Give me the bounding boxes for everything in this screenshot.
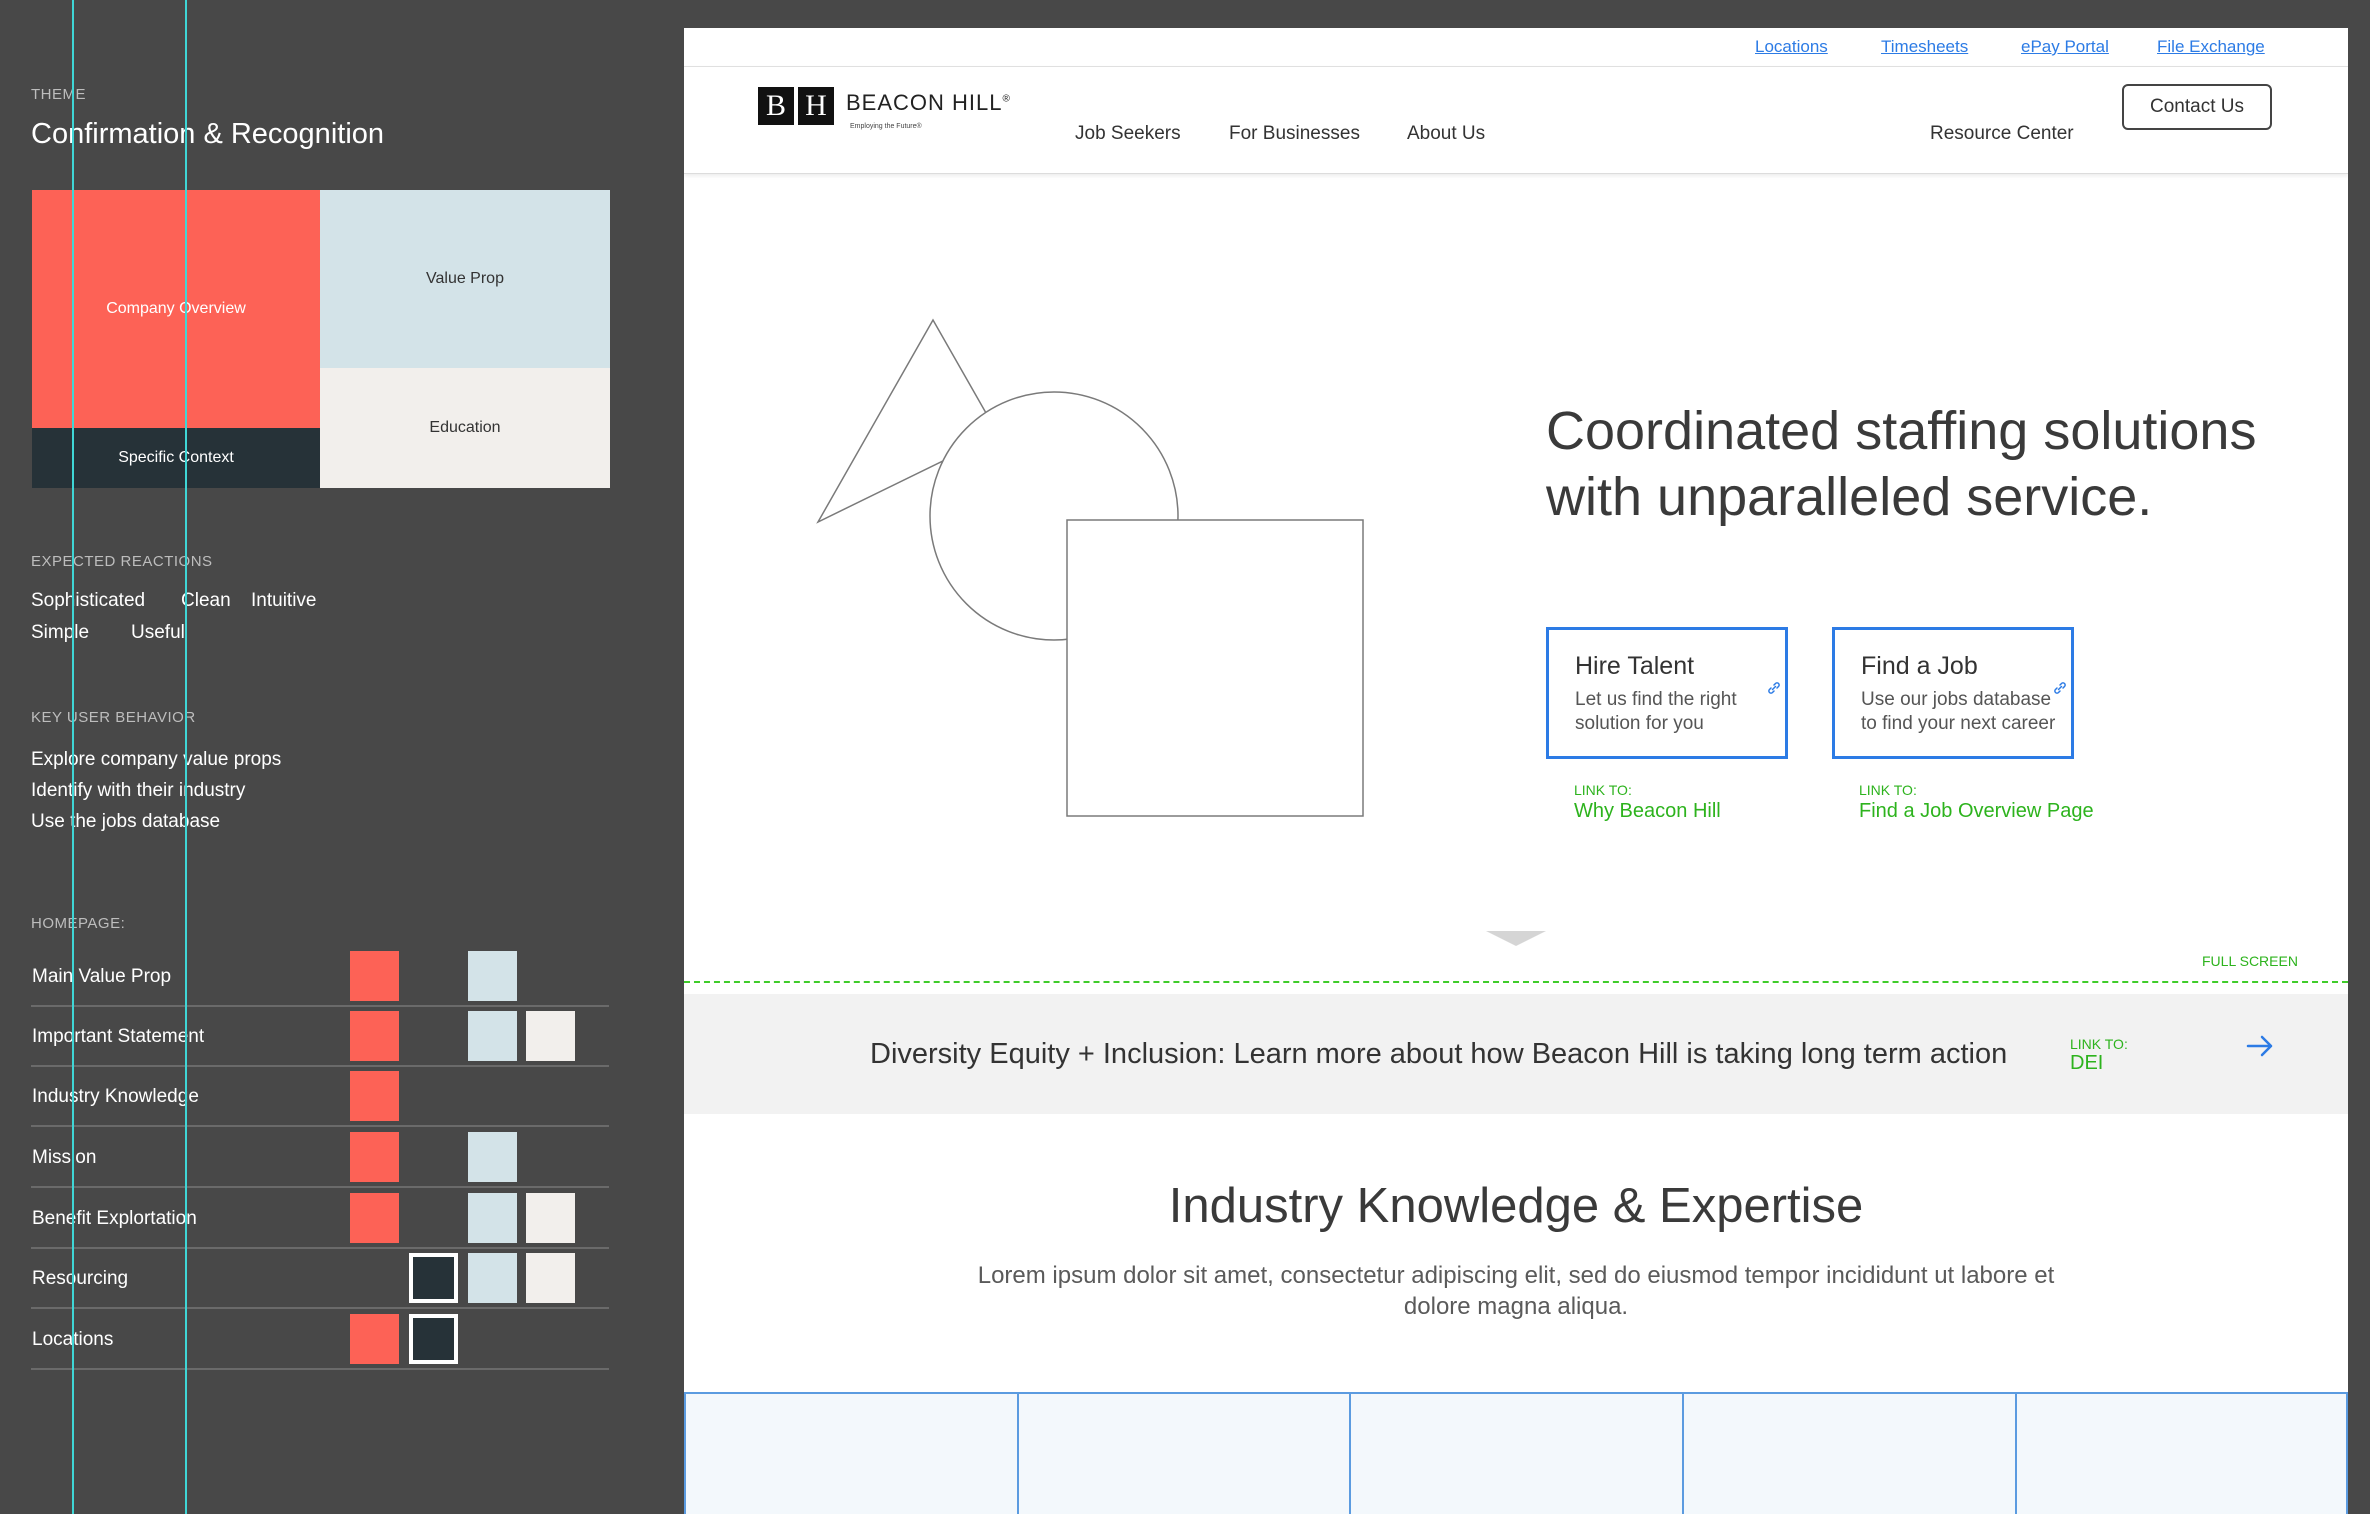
swatch-red xyxy=(350,1071,399,1121)
square-shape xyxy=(1066,519,1364,817)
link-icon xyxy=(2054,682,2066,694)
theme-label: THEME xyxy=(31,86,86,103)
utility-link-epay[interactable]: ePay Portal xyxy=(2021,37,2109,57)
scroll-down-indicator[interactable] xyxy=(1486,931,1546,946)
homepage-row: Mission xyxy=(31,1126,609,1188)
company-overview-block: Company Overview xyxy=(32,190,320,428)
reaction-tag: Intuitive xyxy=(251,590,317,611)
find-a-job-card[interactable]: Find a Job Use our jobs database to find… xyxy=(1832,627,2074,759)
utility-bar: Locations Timesheets ePay Portal File Ex… xyxy=(684,28,2348,67)
hire-talent-desc: Let us find the right solution for you xyxy=(1575,689,1737,734)
behavior-label: KEY USER BEHAVIOR xyxy=(31,709,196,726)
card-divider xyxy=(684,1394,686,1514)
layout-guide-line xyxy=(185,0,187,1514)
value-prop-block: Value Prop xyxy=(320,190,610,368)
card-divider xyxy=(2346,1394,2348,1514)
homepage-row-label: Important Statement xyxy=(32,1026,205,1047)
homepage-row: Industry Knowledge xyxy=(31,1065,609,1127)
arrow-right-icon[interactable] xyxy=(2244,1030,2276,1062)
homepage-row-label: Industry Knowledge xyxy=(32,1086,199,1107)
behavior-item: Use the jobs database xyxy=(31,811,221,832)
utility-link-timesheets[interactable]: Timesheets xyxy=(1881,37,1968,57)
utility-link-locations[interactable]: Locations xyxy=(1755,37,1828,57)
behavior-list: Explore company value props Identify wit… xyxy=(31,744,281,837)
utility-link-file-exchange[interactable]: File Exchange xyxy=(2157,37,2265,57)
homepage-row-label: Benefit Explortation xyxy=(32,1208,197,1229)
layout-guide-line xyxy=(72,0,74,1514)
annotation-link-hire: LINK TO: Why Beacon Hill xyxy=(1574,782,1721,822)
swatch-red xyxy=(350,1193,399,1243)
placeholder-square xyxy=(1066,519,1364,817)
hero-title: Coordinated staffing solutions with unpa… xyxy=(1546,401,2257,527)
reaction-tag: Clean xyxy=(181,590,231,611)
nav-job-seekers[interactable]: Job Seekers xyxy=(1075,123,1181,145)
card-divider xyxy=(2015,1394,2017,1514)
main-navigation: B H BEACON HILL® Employing the Future® J… xyxy=(684,67,2348,174)
logo-mark-h: H xyxy=(798,87,834,125)
homepage-row-label: Main Value Prop xyxy=(32,966,172,987)
full-screen-annotation: FULL SCREEN xyxy=(2202,953,2298,969)
link-icon xyxy=(1768,682,1780,694)
homepage-row-label: Mission xyxy=(32,1147,97,1168)
design-notes-panel: THEME Confirmation & Recognition Company… xyxy=(0,0,684,1514)
industry-cards-row xyxy=(684,1392,2348,1514)
swatch-red xyxy=(350,951,399,1001)
swatch-red xyxy=(350,1314,399,1364)
reaction-tag: Sophisticated xyxy=(31,590,146,611)
swatch-cream xyxy=(526,1193,575,1243)
swatch-dark xyxy=(409,1314,458,1364)
education-block: Education xyxy=(320,368,610,488)
hire-talent-title: Hire Talent xyxy=(1575,652,1695,680)
card-divider xyxy=(1017,1394,1019,1514)
behavior-item: Explore company value props xyxy=(31,749,282,770)
swatch-blue xyxy=(468,951,517,1001)
logo-mark-b: B xyxy=(758,87,794,125)
swatch-dark xyxy=(409,1253,458,1303)
homepage-wireframe: Locations Timesheets ePay Portal File Ex… xyxy=(684,28,2348,1514)
swatch-cream xyxy=(526,1011,575,1061)
homepage-label: HOMEPAGE: xyxy=(31,915,126,932)
homepage-row: Resourcing xyxy=(31,1247,609,1309)
homepage-row-label: Resourcing xyxy=(32,1268,129,1289)
logo-wordmark: BEACON HILL® xyxy=(846,90,1011,115)
homepage-row: Important Statement xyxy=(31,1005,609,1067)
canvas-gutter xyxy=(2348,0,2370,1514)
find-a-job-desc: Use our jobs database to find your next … xyxy=(1861,689,2056,734)
swatch-cream xyxy=(526,1253,575,1303)
card-divider xyxy=(1349,1394,1351,1514)
nav-about-us[interactable]: About Us xyxy=(1407,123,1485,145)
beacon-hill-logo[interactable]: B H BEACON HILL® Employing the Future® xyxy=(758,87,1011,130)
industry-section-body: Lorem ipsum dolor sit amet, consectetur … xyxy=(977,1262,2055,1320)
annotation-link-find: LINK TO: Find a Job Overview Page xyxy=(1859,782,2094,822)
homepage-row: Benefit Explortation xyxy=(31,1187,609,1249)
behavior-item: Identify with their industry xyxy=(31,780,246,801)
industry-section-title: Industry Knowledge & Expertise xyxy=(1168,1179,1864,1233)
swatch-red xyxy=(350,1011,399,1061)
homepage-row: Locations xyxy=(31,1308,609,1370)
swatch-blue xyxy=(468,1011,517,1061)
swatch-blue xyxy=(468,1193,517,1243)
theme-title: Confirmation & Recognition xyxy=(31,118,385,150)
annotation-link-dei: LINK TO: DEI xyxy=(2070,1036,2128,1074)
dei-banner[interactable]: Diversity Equity + Inclusion: Learn more… xyxy=(684,994,2348,1114)
swatch-blue xyxy=(468,1253,517,1303)
nav-for-businesses[interactable]: For Businesses xyxy=(1229,123,1360,145)
specific-context-block: Specific Context xyxy=(32,428,320,488)
find-a-job-title: Find a Job xyxy=(1861,652,1978,680)
reaction-tag: Useful xyxy=(131,622,185,643)
card-divider xyxy=(1682,1394,1684,1514)
nav-resource-center[interactable]: Resource Center xyxy=(1930,123,2074,145)
logo-tagline: Employing the Future® xyxy=(850,123,922,130)
homepage-row: Main Value Prop xyxy=(31,945,609,1007)
swatch-blue xyxy=(468,1132,517,1182)
contact-us-button[interactable]: Contact Us xyxy=(2122,84,2272,130)
fold-line xyxy=(684,981,2348,983)
reaction-tag: Simple xyxy=(31,622,90,643)
swatch-red xyxy=(350,1132,399,1182)
dei-banner-text: Diversity Equity + Inclusion: Learn more… xyxy=(870,1038,2008,1070)
hire-talent-card[interactable]: Hire Talent Let us find the right soluti… xyxy=(1546,627,1788,759)
